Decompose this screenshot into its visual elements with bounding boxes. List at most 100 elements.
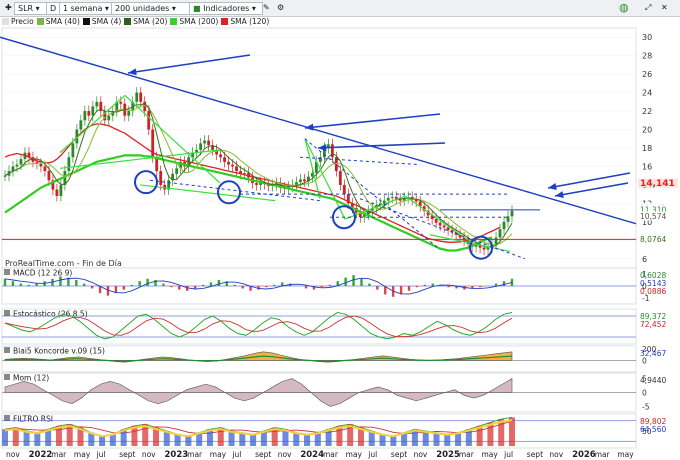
price-candle [446, 227, 450, 231]
price-label: 10,574 [640, 212, 666, 221]
legend-label: SMA (40) [45, 17, 80, 26]
price-candle [255, 183, 258, 185]
y-tick-label: 20 [642, 126, 652, 135]
timeframe-button[interactable]: D [46, 2, 60, 15]
drawing-tool-icon[interactable]: ✎ [260, 2, 273, 13]
price-candle [39, 163, 43, 167]
x-tick-label: 2023 [165, 450, 189, 460]
pane-icon [4, 374, 10, 380]
legend-label: SMA (120) [230, 17, 270, 26]
histogram-bar [320, 286, 324, 288]
legend-item[interactable]: SMA (20) [124, 17, 167, 27]
histogram-bar [193, 286, 197, 289]
price-candle [502, 221, 506, 230]
pane-icon [4, 415, 10, 421]
legend-swatch [2, 18, 9, 25]
period-selector[interactable]: 1 semana ▾ [59, 2, 112, 15]
menu-icon[interactable]: ✚ [2, 2, 15, 13]
price-candle [15, 164, 19, 167]
price-candle [3, 175, 7, 177]
price-candle [330, 144, 334, 158]
rsi-column [250, 434, 257, 446]
chart-canvas: 30282624222018161412108614,14111,48211,3… [0, 27, 678, 460]
y-tick-label: 24 [642, 89, 652, 98]
price-candle [119, 101, 123, 104]
price-candle [207, 140, 210, 146]
fullscreen-icon[interactable]: ⤢ [642, 2, 654, 13]
price-candle [486, 247, 490, 250]
histogram-bar [90, 286, 94, 289]
histogram-bar [352, 275, 355, 286]
price-candle [175, 168, 179, 174]
legend-label: SMA (20) [133, 17, 168, 26]
symbol-selector[interactable]: SLR ▾ [14, 2, 48, 15]
y-tick-label: 26 [642, 70, 652, 79]
x-tick-label: may [210, 450, 227, 459]
price-candle [67, 157, 71, 172]
y-tick-label: 0 [642, 389, 647, 398]
legend-item[interactable]: Precio [2, 17, 34, 27]
x-tick-label: nov [549, 450, 563, 459]
histogram-bar [178, 286, 181, 290]
price-candle [390, 196, 394, 198]
legend-item[interactable]: SMA (40) [36, 17, 80, 27]
price-label: 8,0764 [640, 235, 666, 244]
x-tick-label: jul [503, 450, 513, 459]
legend-label: SMA (4) [91, 17, 122, 26]
x-tick-label: sept [119, 450, 135, 459]
price-label: 32,467 [640, 349, 666, 358]
price-candle [135, 92, 139, 102]
indicators-button[interactable]: ■ Indicadores ▾ [189, 2, 263, 15]
x-tick-label: mar [595, 450, 611, 459]
rsi-column [239, 432, 246, 446]
price-label: 64,560 [640, 425, 666, 434]
x-tick-label: sept [527, 450, 543, 459]
y-tick-label: 18 [642, 144, 652, 153]
pane-icon [4, 347, 10, 353]
price-candle [482, 247, 486, 250]
histogram-bar [494, 283, 498, 286]
units-selector[interactable]: 200 unidades ▾ [111, 2, 191, 15]
price-candle [498, 229, 502, 238]
settings-icon[interactable]: ⚙ [274, 2, 287, 13]
price-candle [19, 159, 23, 165]
x-tick-label: jul [367, 450, 377, 459]
x-tick-label: may [74, 450, 91, 459]
price-candle [386, 197, 390, 201]
histogram-bar [59, 276, 62, 286]
histogram-bar [27, 284, 30, 286]
histogram-bar [209, 282, 213, 286]
indicators-icon: ■ [193, 4, 201, 13]
price-candle [147, 111, 151, 130]
rsi-column [455, 432, 462, 446]
price-candle [139, 92, 143, 102]
rsi-column [422, 431, 429, 446]
x-tick-label: sept [255, 450, 271, 459]
rsi-column [304, 434, 311, 446]
histogram-bar [3, 278, 7, 286]
close-icon[interactable]: ✕ [658, 2, 671, 13]
histogram-bar [368, 283, 371, 286]
x-tick-label: may [346, 450, 363, 459]
price-candle [506, 216, 510, 222]
pane-title: MACD (12 26 9) [13, 269, 72, 278]
price-candle [299, 179, 302, 183]
legend-item[interactable]: SMA (120) [221, 17, 269, 27]
price-candle [223, 157, 226, 162]
price-candle [159, 171, 163, 185]
price-candle [91, 106, 95, 116]
x-tick-label: 2025 [436, 450, 460, 460]
legend-item[interactable]: SMA (4) [82, 17, 122, 27]
legend-label: SMA (200) [179, 17, 219, 26]
x-tick-label: nov [414, 450, 428, 459]
y-tick-label: 30 [642, 33, 652, 42]
rsi-column [293, 432, 300, 446]
histogram-bar [447, 286, 450, 288]
histogram-bar [19, 283, 23, 286]
legend-item[interactable]: SMA (200) [170, 17, 218, 27]
y-tick-label: 28 [642, 52, 652, 61]
rsi-column [23, 431, 30, 446]
legend-swatch [124, 18, 132, 25]
pane-icon [4, 310, 10, 316]
histogram-bar [415, 286, 419, 288]
